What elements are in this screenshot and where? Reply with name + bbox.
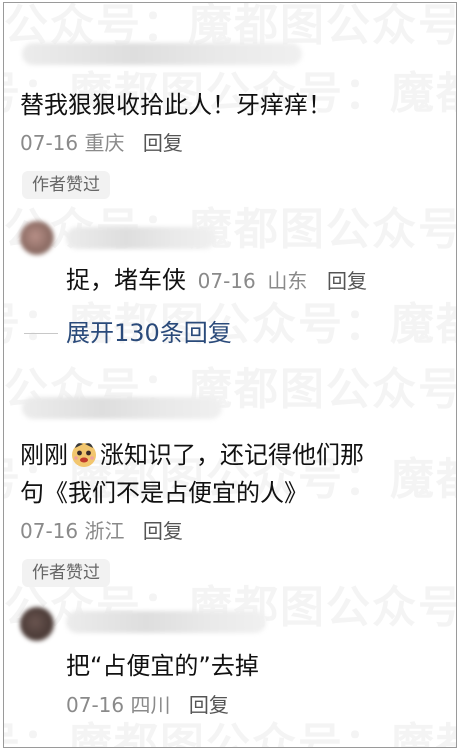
reply-location: 山东: [267, 269, 308, 293]
blurred-username[interactable]: [22, 397, 222, 419]
comment-text-line1: 刚刚 涨知识了，还记得他们那: [20, 437, 364, 473]
expand-replies-link[interactable]: 展开130条回复: [66, 315, 232, 351]
face-emoji-icon: [72, 443, 96, 467]
reply-meta: 07-16 四川 回复: [66, 691, 229, 719]
comment-text: 替我狠狠收拾此人！牙痒痒！: [20, 91, 332, 119]
reply-location: 四川: [130, 693, 171, 717]
avatar[interactable]: [20, 221, 54, 255]
comment-panel: 公众号：魔都图公众号：魔都图 公众号：魔都图公众号：魔都图 公众号：魔都图公众号…: [3, 2, 457, 748]
blurred-username[interactable]: [66, 227, 216, 249]
reply-button[interactable]: 回复: [143, 519, 183, 543]
reply-text: 把“占便宜的”去掉: [66, 652, 259, 680]
blurred-username[interactable]: [22, 43, 302, 65]
comment-location: 重庆: [84, 131, 125, 155]
comment-date: 07-16: [20, 519, 79, 543]
comment-date: 07-16: [20, 131, 79, 155]
comment-text-part: 刚刚: [20, 441, 68, 469]
comment-text-part: 涨知识了，还记得他们那: [100, 441, 364, 469]
reply-button[interactable]: 回复: [143, 131, 183, 155]
reply-date: 07-16: [197, 269, 256, 293]
reply-button[interactable]: 回复: [327, 269, 367, 293]
reply-date: 07-16: [66, 693, 125, 717]
avatar[interactable]: [20, 607, 54, 641]
reply-row: 捉，堵车侠 07-16 山东 回复: [66, 263, 367, 298]
reply-button[interactable]: 回复: [189, 693, 229, 717]
expand-divider: [24, 333, 58, 334]
author-liked-badge: 作者赞过: [22, 171, 110, 199]
author-liked-badge: 作者赞过: [22, 559, 110, 587]
comment-meta: 07-16 浙江 回复: [20, 517, 183, 545]
reply-text: 捉，堵车侠: [66, 266, 186, 294]
comment-location: 浙江: [84, 519, 125, 543]
blurred-username[interactable]: [66, 611, 266, 633]
comment-meta: 07-16 重庆 回复: [20, 129, 183, 157]
comment-text-line2: 句《我们不是占便宜的人》: [20, 479, 308, 507]
